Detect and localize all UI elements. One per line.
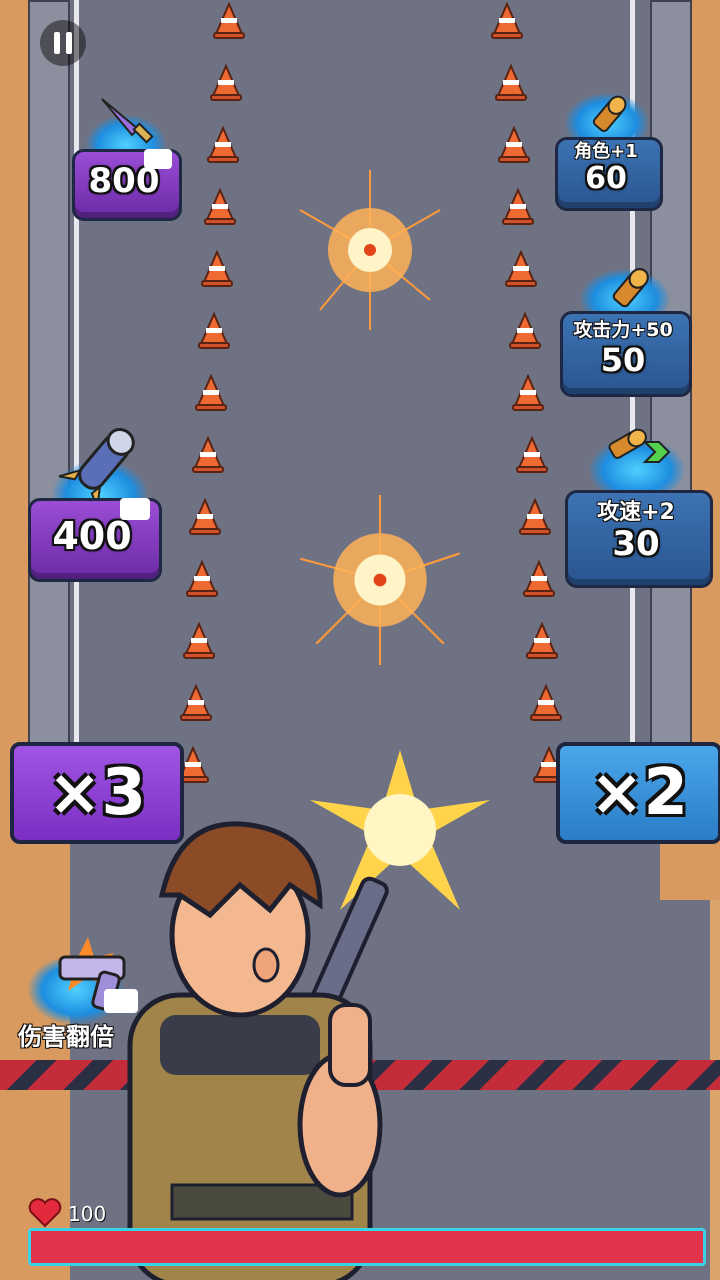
traffic-cone <box>511 373 545 412</box>
video-ad-icon <box>144 149 172 169</box>
traffic-cone <box>188 497 222 536</box>
traffic-cone <box>212 1 246 40</box>
traffic-cone <box>504 249 538 288</box>
traffic-cone <box>197 311 231 350</box>
explosion <box>300 495 461 665</box>
pause-icon <box>54 32 72 54</box>
health-bar-fill <box>31 1231 703 1263</box>
traffic-cone <box>182 621 216 660</box>
pickup-attack-value: 50 <box>600 341 646 379</box>
traffic-cone <box>185 559 219 598</box>
rocket-icon <box>58 427 135 509</box>
pickup-knife[interactable]: 800 <box>72 95 182 221</box>
bullet-speed-icon <box>608 428 671 463</box>
pause-button[interactable] <box>40 20 86 66</box>
multiplier-gate-right[interactable]: ×2 <box>556 742 720 844</box>
pickup-attack-speed-value: 30 <box>612 524 660 564</box>
health-bar <box>28 1228 706 1266</box>
gate-right-label: ×2 <box>589 756 689 830</box>
traffic-cone <box>522 559 556 598</box>
traffic-cone <box>206 125 240 164</box>
video-ad-icon <box>120 498 150 520</box>
pickup-character-label: 角色+1 <box>574 141 638 162</box>
explosion <box>299 170 441 330</box>
traffic-cone <box>191 435 225 474</box>
traffic-cone <box>494 63 528 102</box>
pickup-character-value: 60 <box>585 161 627 196</box>
traffic-cone <box>508 311 542 350</box>
traffic-cone <box>209 63 243 102</box>
pickup-attack-speed[interactable]: 攻速+2 30 <box>565 420 713 588</box>
bullet-icon <box>612 268 649 308</box>
traffic-cone <box>200 249 234 288</box>
traffic-cone <box>501 187 535 226</box>
pickup-rocket-value: 400 <box>52 514 132 558</box>
bullet-icon <box>592 95 627 132</box>
traffic-cone <box>194 373 228 412</box>
pickup-attack[interactable]: 攻击力+50 50 <box>560 255 692 397</box>
traffic-cone <box>525 621 559 660</box>
pickup-attack-speed-label: 攻速+2 <box>597 500 675 525</box>
pickup-rocket[interactable]: 400 <box>28 420 162 582</box>
pickup-character[interactable]: 角色+1 60 <box>555 85 663 211</box>
heart-icon <box>28 1198 62 1228</box>
traffic-cone <box>179 683 213 722</box>
traffic-cone <box>490 1 524 40</box>
traffic-cone <box>515 435 549 474</box>
traffic-cone <box>518 497 552 536</box>
left-guardrail <box>28 0 70 764</box>
traffic-cone <box>529 683 563 722</box>
traffic-cone <box>203 187 237 226</box>
knife-icon <box>101 98 154 144</box>
soldier-character <box>127 821 389 1280</box>
pickup-attack-label: 攻击力+50 <box>573 319 673 341</box>
traffic-cone <box>497 125 531 164</box>
health-value: 100 <box>68 1202 107 1226</box>
